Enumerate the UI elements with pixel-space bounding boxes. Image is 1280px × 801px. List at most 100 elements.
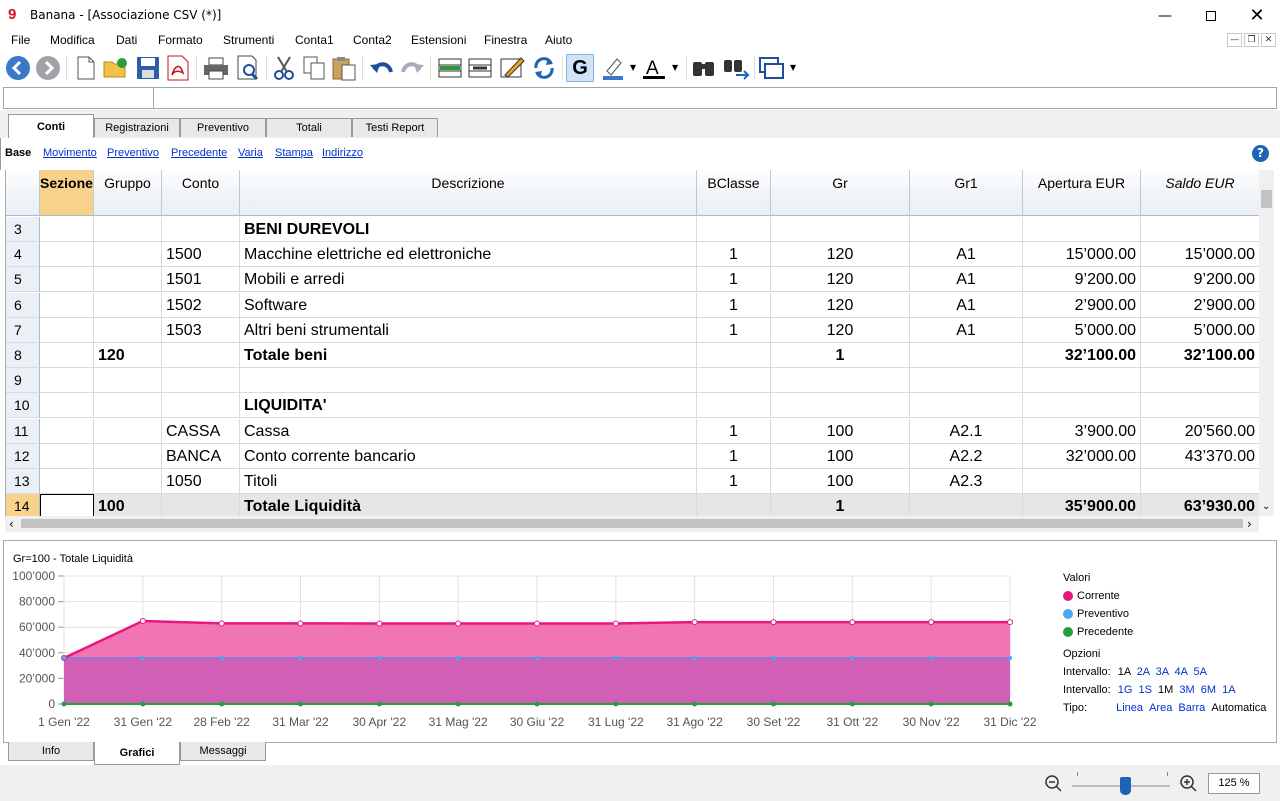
cell-ap[interactable]: 35’900.00	[1023, 494, 1141, 516]
point-preventivo[interactable]	[456, 656, 461, 661]
cell-conto[interactable]: BANCA	[162, 443, 240, 469]
table-row[interactable]: 4 1500 Macchine elettriche ed elettroniche…	[6, 242, 1259, 268]
bottom-tab-grafici[interactable]: Grafici	[94, 742, 180, 765]
point-preventivo[interactable]	[62, 656, 66, 661]
cell-grp[interactable]	[94, 242, 162, 268]
table-row[interactable]: 6 1502 Software 1 120 A1 2’900.00 2’900.00	[6, 292, 1259, 318]
print-icon[interactable]	[202, 54, 230, 82]
view-movimento[interactable]: Movimento	[43, 147, 97, 159]
forward-icon[interactable]	[34, 54, 62, 82]
point-preventivo[interactable]	[140, 656, 145, 661]
column-header-conto[interactable]: Conto	[162, 170, 240, 216]
tab-registrazioni[interactable]: Registrazioni	[94, 118, 180, 137]
cell-grp[interactable]	[94, 267, 162, 293]
cell-bc[interactable]: 1	[697, 443, 771, 469]
cell-saldo[interactable]: 5’000.00	[1141, 318, 1259, 343]
menu-modifica[interactable]: Modifica	[50, 33, 95, 47]
cell-desc[interactable]: Macchine elettriche ed elettroniche	[240, 242, 697, 268]
cell-bc[interactable]	[697, 393, 771, 419]
table-row[interactable]: 7 1503 Altri beni strumentali 1 120 A1 5’000.0…	[6, 317, 1259, 343]
cell-ap[interactable]	[1023, 217, 1141, 242]
scroll-left-icon[interactable]: ‹	[9, 517, 14, 531]
find-replace-icon[interactable]	[722, 54, 750, 82]
type-area[interactable]: Area	[1149, 702, 1172, 714]
cell-gr1[interactable]	[910, 393, 1023, 419]
menu-aiuto[interactable]: Aiuto	[545, 33, 572, 47]
cell-ap[interactable]	[1023, 368, 1141, 394]
column-header-bclasse[interactable]: BClasse	[697, 170, 771, 216]
cell-desc[interactable]: Cassa	[240, 418, 697, 444]
font-color-icon[interactable]: A	[640, 54, 668, 82]
cell-grp[interactable]: 100	[94, 494, 162, 516]
zoom-in-icon[interactable]	[1180, 775, 1198, 796]
point-preventivo[interactable]	[219, 656, 224, 661]
cell-ap[interactable]: 15’000.00	[1023, 242, 1141, 268]
cell-sez[interactable]	[40, 292, 94, 318]
cell-sez[interactable]	[40, 494, 94, 516]
interval-1m[interactable]: 1M	[1158, 684, 1173, 696]
close-button[interactable]: ✕	[1234, 0, 1280, 31]
edit-column-icon[interactable]	[498, 54, 526, 82]
cell-desc[interactable]: Conto corrente bancario	[240, 443, 697, 469]
point-corrente[interactable]	[770, 619, 777, 626]
cell-desc[interactable]: Software	[240, 292, 697, 318]
cell-saldo[interactable]: 43’370.00	[1141, 444, 1259, 469]
cell-conto[interactable]: 1502	[162, 292, 240, 318]
font-color-dropdown-icon[interactable]: ▼	[672, 63, 678, 72]
point-precedente[interactable]	[928, 701, 934, 707]
cell-saldo[interactable]: 2’900.00	[1141, 293, 1259, 318]
point-preventivo[interactable]	[1008, 656, 1012, 661]
tab-testi-report[interactable]: Testi Report	[352, 118, 438, 137]
cell-bc[interactable]: 1	[697, 242, 771, 268]
cell-gr[interactable]: 120	[771, 267, 910, 293]
cell-gr1[interactable]: A1	[910, 267, 1023, 293]
menu-conta2[interactable]: Conta2	[353, 33, 392, 47]
cell-saldo[interactable]: 63’930.00	[1141, 494, 1259, 516]
vertical-scrollbar[interactable]: ⌄	[1259, 170, 1274, 516]
interval-3m[interactable]: 3M	[1179, 684, 1194, 696]
cell-sez[interactable]	[40, 393, 94, 419]
cell-sez[interactable]	[40, 443, 94, 469]
cell-ap[interactable]	[1023, 393, 1141, 419]
cell-bc[interactable]	[697, 343, 771, 368]
mdi-minimize-button[interactable]: —	[1227, 33, 1242, 47]
recalculate-icon[interactable]	[530, 54, 558, 82]
interval-2a[interactable]: 2A	[1137, 666, 1150, 678]
find-icon[interactable]	[690, 54, 718, 82]
table-row[interactable]: 5 1501 Mobili e arredi 1 120 A1 9’200.00 9’200.…	[6, 267, 1259, 293]
cell-content-input[interactable]	[156, 88, 1276, 108]
cell-conto[interactable]	[162, 343, 240, 368]
cell-saldo[interactable]	[1141, 393, 1259, 419]
menu-conta1[interactable]: Conta1	[295, 33, 334, 47]
cell-sez[interactable]	[40, 469, 94, 494]
hscrollbar-thumb[interactable]	[21, 519, 1243, 528]
cell-gr[interactable]: 120	[771, 292, 910, 318]
table-row[interactable]: 8 120 Totale beni 1 32’100.00 32’100.00	[6, 343, 1259, 368]
cell-conto[interactable]	[162, 217, 240, 242]
cell-gr1[interactable]	[910, 343, 1023, 368]
bottom-tab-messaggi[interactable]: Messaggi	[180, 742, 266, 761]
cell-desc[interactable]: Altri beni strumentali	[240, 317, 697, 343]
cell-saldo[interactable]: 20’560.00	[1141, 419, 1259, 444]
menu-estensioni[interactable]: Estensioni	[411, 33, 466, 47]
cell-desc[interactable]: Totale Liquidità	[240, 494, 697, 516]
cell-gr[interactable]: 100	[771, 469, 910, 494]
point-preventivo[interactable]	[692, 656, 697, 661]
cell-gr1[interactable]	[910, 217, 1023, 242]
cell-sez[interactable]	[40, 317, 94, 343]
point-precedente[interactable]	[219, 701, 225, 707]
paste-icon[interactable]	[330, 54, 358, 82]
point-precedente[interactable]	[1007, 701, 1013, 707]
cell-saldo[interactable]	[1141, 368, 1259, 394]
point-corrente[interactable]	[139, 617, 146, 624]
cell-grp[interactable]	[94, 368, 162, 394]
point-corrente[interactable]	[849, 619, 856, 626]
cell-bc[interactable]	[697, 368, 771, 394]
point-precedente[interactable]	[613, 701, 619, 707]
back-icon[interactable]	[4, 54, 32, 82]
point-corrente[interactable]	[1007, 619, 1013, 626]
menu-strumenti[interactable]: Strumenti	[223, 33, 274, 47]
cell-gr1[interactable]	[910, 494, 1023, 516]
menu-finestra[interactable]: Finestra	[484, 33, 527, 47]
column-header-apertura[interactable]: Apertura EUR	[1023, 170, 1141, 216]
